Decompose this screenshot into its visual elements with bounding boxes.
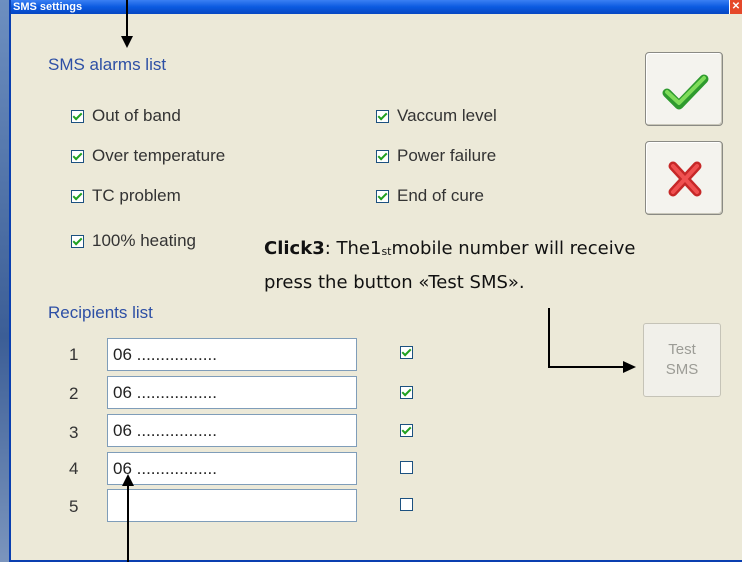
recipient-number: 5 <box>69 497 79 516</box>
annotation-bold: Click3 <box>264 238 325 259</box>
alarm-checkbox[interactable] <box>376 149 389 163</box>
alarm-vaccum-level[interactable]: Vaccum level <box>376 105 497 127</box>
recipient-enable-checkbox-3[interactable] <box>400 424 413 437</box>
test-sms-label-line2: SMS <box>665 361 699 378</box>
alarm-end-of-cure[interactable]: End of cure <box>376 185 484 207</box>
recipient-number: 1 <box>69 345 79 364</box>
alarm-checkbox[interactable] <box>71 109 84 123</box>
alarm-over-temperature[interactable]: Over temperature <box>71 145 225 167</box>
window-title: SMS settings <box>13 1 83 13</box>
ok-button[interactable] <box>645 52 723 126</box>
recipient-enable-checkbox-2[interactable] <box>400 386 413 399</box>
alarm-label: TC problem <box>92 186 181 205</box>
recipient-enable-checkbox-4[interactable] <box>400 461 413 474</box>
phone-input-4[interactable]: 06 ................. <box>107 452 357 485</box>
alarm-label: Over temperature <box>92 146 226 165</box>
cancel-button[interactable] <box>645 141 723 215</box>
alarms-list-title: SMS alarms list <box>48 55 167 74</box>
alarm-label: Vaccum level <box>397 106 497 125</box>
close-button[interactable]: ✕ <box>729 0 742 14</box>
alarm-tc-problem[interactable]: TC problem <box>71 185 181 207</box>
alarm-checkbox[interactable] <box>376 109 389 123</box>
annotation-line-1: Click3: The1stmobile number will receive <box>264 238 635 259</box>
alarm-checkbox[interactable] <box>71 189 84 203</box>
recipients-list-title: Recipients list <box>48 303 153 322</box>
test-sms-button[interactable]: Test SMS <box>643 323 721 397</box>
check-icon <box>662 74 709 110</box>
title-bar: SMS settings ✕ <box>11 0 742 14</box>
test-sms-label-line1: Test <box>668 341 696 358</box>
sms-settings-window: SMS settings ✕ SMS alarms list Out of ba… <box>9 0 742 562</box>
recipient-enable-checkbox-5[interactable] <box>400 498 413 511</box>
annotation-text2: mobile number will receive <box>391 238 636 259</box>
recipient-number: 3 <box>69 423 79 442</box>
alarm-checkbox[interactable] <box>71 234 84 248</box>
alarm-checkbox[interactable] <box>376 189 389 203</box>
recipient-number: 4 <box>69 459 79 478</box>
alarm-label: Power failure <box>397 146 497 165</box>
alarm-out-of-band[interactable]: Out of band <box>71 105 181 127</box>
alarm-power-failure[interactable]: Power failure <box>376 145 496 167</box>
recipient-number: 2 <box>69 384 79 403</box>
desktop-background <box>0 0 9 562</box>
alarm-100-heating[interactable]: 100% heating <box>71 230 196 252</box>
annotation-sup: st <box>381 245 392 258</box>
annotation-text1: : The1 <box>324 238 382 259</box>
alarm-checkbox[interactable] <box>71 149 84 163</box>
alarm-label: End of cure <box>397 186 484 205</box>
phone-input-5[interactable] <box>107 489 357 522</box>
alarm-label: 100% heating <box>92 231 196 250</box>
alarm-label: Out of band <box>92 106 181 125</box>
phone-input-2[interactable]: 06 ................. <box>107 376 357 409</box>
x-icon <box>668 161 702 197</box>
recipient-enable-checkbox-1[interactable] <box>400 346 413 359</box>
annotation-line-2: press the button «Test SMS». <box>264 272 525 293</box>
phone-input-3[interactable]: 06 ................. <box>107 414 357 447</box>
phone-input-1[interactable]: 06 ................. <box>107 338 357 371</box>
